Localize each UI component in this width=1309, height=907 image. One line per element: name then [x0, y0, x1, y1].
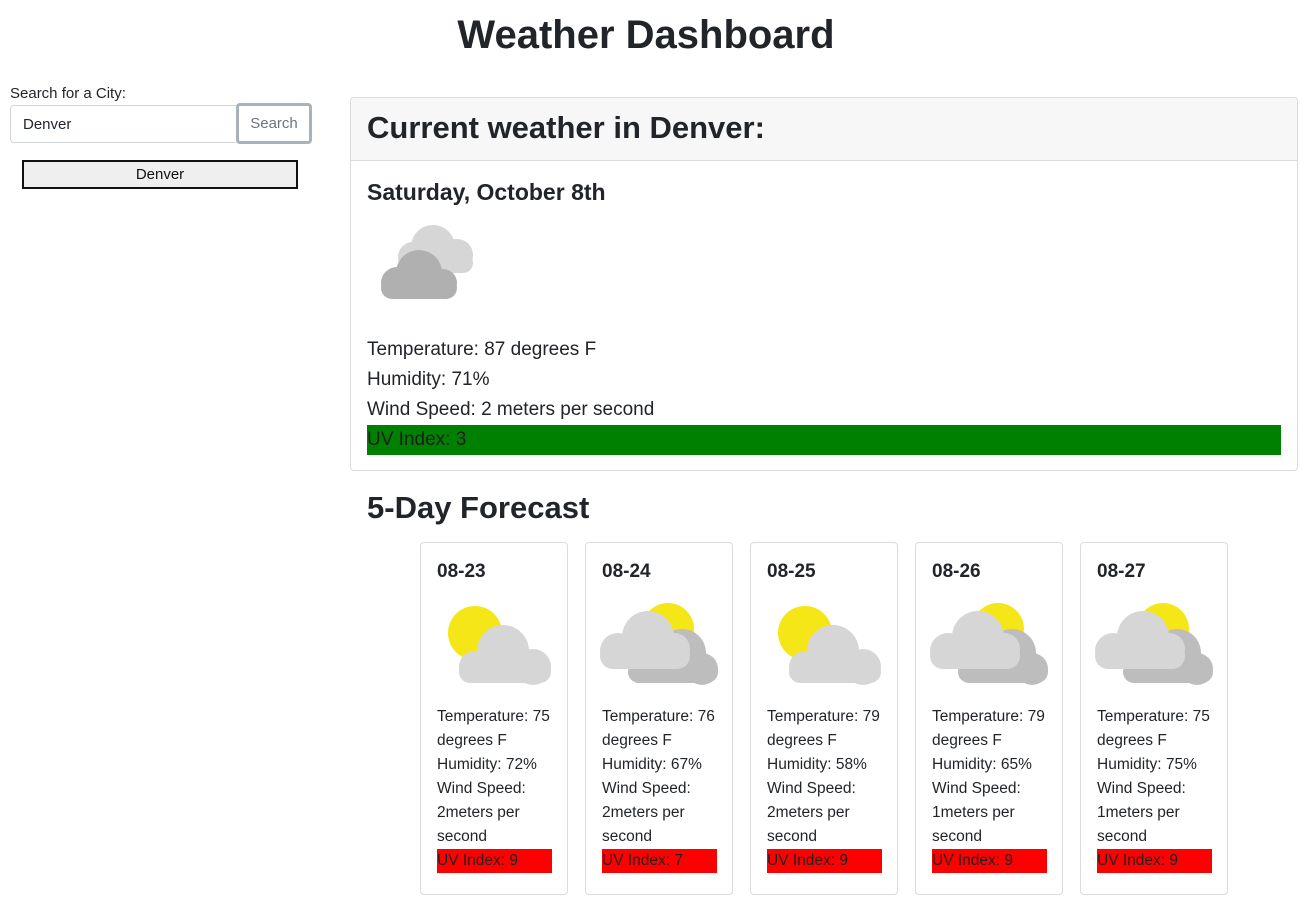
- forecast-stats: Temperature: 79 degrees F Humidity: 58% …: [767, 705, 882, 873]
- sun-behind-cloud-icon: [448, 606, 551, 685]
- forecast-uv-index: UV Index: 9: [1097, 849, 1212, 873]
- search-history-list: Denver: [10, 160, 315, 189]
- forecast-card: 08-26 Temperature: 79 degrees F Humidity…: [915, 542, 1063, 895]
- forecast-uv-index: UV Index: 7: [602, 849, 717, 873]
- forecast-uv-index: UV Index: 9: [767, 849, 882, 873]
- history-city-button[interactable]: Denver: [22, 160, 298, 189]
- forecast-stats: Temperature: 75 degrees F Humidity: 72% …: [437, 705, 552, 873]
- forecast-wind-speed: Wind Speed: 2meters per second: [767, 780, 856, 845]
- forecast-humidity: Humidity: 65%: [932, 756, 1032, 773]
- sun-behind-cloud-icon: [778, 606, 881, 685]
- current-weather-card: Current weather in Denver: Saturday, Oct…: [350, 97, 1298, 471]
- forecast-stats: Temperature: 75 degrees F Humidity: 75% …: [1097, 705, 1212, 873]
- partly-cloudy-icon: [1095, 603, 1213, 685]
- clouds-icon: [381, 225, 473, 299]
- forecast-humidity: Humidity: 72%: [437, 756, 537, 773]
- current-weather-body: Saturday, October 8th Temperature: 87 de…: [351, 161, 1297, 470]
- current-wind-speed: Wind Speed: 2 meters per second: [367, 399, 655, 420]
- forecast-humidity: Humidity: 67%: [602, 756, 702, 773]
- forecast-humidity: Humidity: 58%: [767, 756, 867, 773]
- forecast-stats: Temperature: 79 degrees F Humidity: 65% …: [932, 705, 1047, 873]
- search-group: Search: [10, 103, 315, 144]
- city-search-input[interactable]: [10, 105, 236, 143]
- current-date: Saturday, October 8th: [367, 179, 606, 205]
- forecast-card: 08-27 Temperature: 75 degrees F Humidity…: [1080, 542, 1228, 895]
- current-weather-heading: Current weather in Denver:: [351, 98, 1297, 161]
- forecast-date: 08-27: [1097, 561, 1146, 582]
- forecast-date: 08-26: [932, 561, 981, 582]
- forecast-wind-speed: Wind Speed: 2meters per second: [437, 780, 526, 845]
- forecast-temperature: Temperature: 75 degrees F: [437, 708, 550, 749]
- forecast-wind-speed: Wind Speed: 1meters per second: [1097, 780, 1186, 845]
- forecast-stats: Temperature: 76 degrees F Humidity: 67% …: [602, 705, 717, 873]
- page-title: Weather Dashboard: [457, 13, 835, 57]
- forecast-temperature: Temperature: 79 degrees F: [767, 708, 880, 749]
- current-humidity: Humidity: 71%: [367, 369, 490, 390]
- partly-cloudy-icon: [600, 603, 718, 685]
- forecast-row: 08-23 Temperature: 75 degrees F Humidity…: [420, 542, 1228, 895]
- partly-cloudy-icon: [930, 603, 1048, 685]
- forecast-humidity: Humidity: 75%: [1097, 756, 1197, 773]
- forecast-temperature: Temperature: 75 degrees F: [1097, 708, 1210, 749]
- forecast-title: 5-Day Forecast: [367, 490, 590, 525]
- current-stats: Temperature: 87 degrees F Humidity: 71% …: [367, 335, 1281, 455]
- forecast-wind-speed: Wind Speed: 2meters per second: [602, 780, 691, 845]
- forecast-card: 08-25 Temperature: 79 degrees F Humidity…: [750, 542, 898, 895]
- forecast-date: 08-25: [767, 561, 816, 582]
- forecast-date: 08-24: [602, 561, 651, 582]
- forecast-uv-index: UV Index: 9: [932, 849, 1047, 873]
- forecast-card: 08-23 Temperature: 75 degrees F Humidity…: [420, 542, 568, 895]
- sidebar: Search for a City: Search Denver: [10, 84, 315, 189]
- search-button[interactable]: Search: [236, 103, 312, 144]
- forecast-temperature: Temperature: 79 degrees F: [932, 708, 1045, 749]
- forecast-uv-index: UV Index: 9: [437, 849, 552, 873]
- current-uv-index: UV Index: 3: [367, 425, 1281, 455]
- forecast-card: 08-24 Temperature: 76 degrees F Humidity…: [585, 542, 733, 895]
- search-label: Search for a City:: [10, 85, 126, 102]
- forecast-temperature: Temperature: 76 degrees F: [602, 708, 715, 749]
- current-temperature: Temperature: 87 degrees F: [367, 339, 597, 360]
- forecast-date: 08-23: [437, 561, 486, 582]
- forecast-wind-speed: Wind Speed: 1meters per second: [932, 780, 1021, 845]
